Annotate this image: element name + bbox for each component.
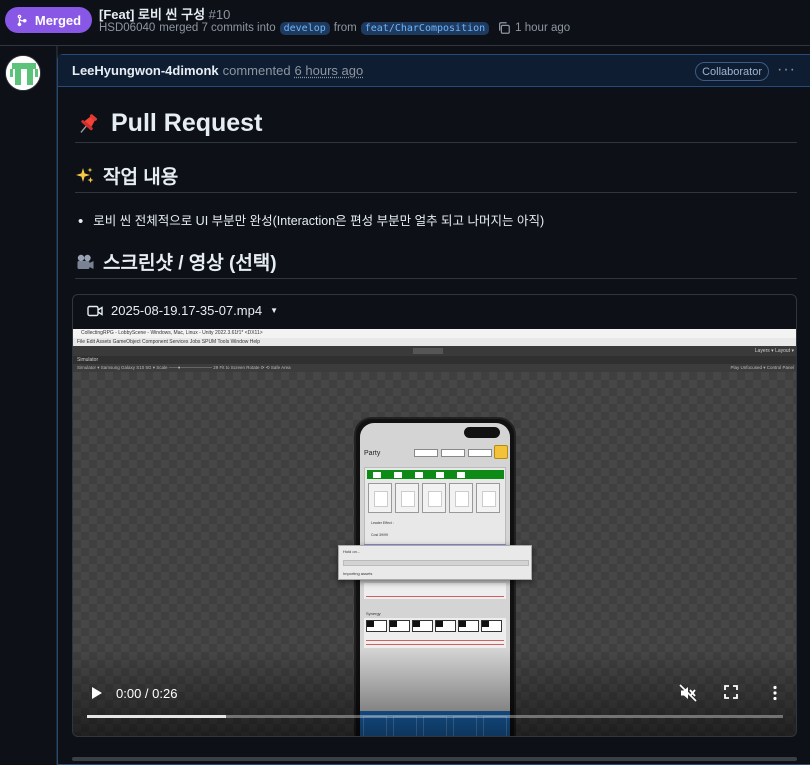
identicon-icon	[6, 56, 40, 90]
cost-label: Cost 39/99	[371, 533, 388, 537]
play-icon[interactable]	[90, 686, 104, 700]
unity-simulator-toolbar: Simulator ▾ Samsung Galaxy S10 5G ▾ Scal…	[73, 364, 796, 372]
video-progress-track[interactable]	[87, 715, 783, 718]
party-panel: Leader Effect : Cost 39/99	[364, 467, 506, 545]
leader-effect-label: Leader Effect :	[371, 521, 394, 525]
unity-toolbar: Layers ▾ Layout ▾	[73, 346, 796, 356]
import-dialog-status: Importing assets	[343, 571, 373, 576]
import-dialog-title: Hold on...	[343, 549, 361, 554]
fullscreen-icon[interactable]	[724, 685, 738, 699]
base-branch[interactable]: develop	[279, 21, 330, 35]
party-buttons	[414, 449, 492, 457]
video-attachment[interactable]: 2025-08-19.17-35-07.mp4 ▼ CollectingRPG …	[72, 294, 797, 737]
merged-status-label: Merged	[34, 12, 82, 28]
pr-heading: Pull Request	[75, 105, 797, 143]
unity-layers: Layers ▾ Layout ▾	[754, 348, 794, 354]
comment-card: LeeHyungwon-4dimonk commented 6 hours ag…	[57, 54, 810, 765]
video-time: 0:00 / 0:26	[116, 686, 178, 701]
character-row	[364, 583, 506, 599]
pr-time[interactable]: 1 hour ago	[515, 22, 570, 34]
comment-time[interactable]: 6 hours ago	[295, 63, 364, 78]
pr-from-text: from	[333, 22, 357, 34]
sparkles-icon	[76, 167, 94, 183]
section-work-heading-text: 작업 내용	[103, 167, 179, 188]
comment-action: commented	[222, 63, 291, 78]
pr-header: Merged [Feat] 로비 씬 구성 #10 HSD06040 merge…	[0, 0, 810, 46]
video-progress-fill	[87, 715, 227, 718]
video-menu-icon[interactable]	[771, 685, 779, 701]
pr-heading-text: Pull Request	[111, 109, 263, 137]
unity-menu-bar: File Edit Assets GameObject Component Se…	[73, 338, 796, 346]
import-dialog: Hold on... Importing assets	[338, 545, 532, 580]
comment-header: LeeHyungwon-4dimonk commented 6 hours ag…	[58, 55, 810, 87]
avatar[interactable]	[5, 55, 41, 91]
pr-title-text: [Feat] 로비 씬 구성	[99, 7, 206, 22]
notepad-icon	[494, 445, 508, 459]
video-icon	[87, 305, 103, 316]
list-item: 로비 씬 전체적으로 UI 부분만 완성(Interaction은 편성 부분만…	[78, 210, 544, 229]
git-merge-icon	[17, 14, 27, 26]
copy-icon[interactable]	[497, 21, 511, 35]
pr-number: #10	[208, 7, 231, 22]
phone-notch	[464, 427, 500, 438]
video-filename: 2025-08-19.17-35-07.mp4	[111, 303, 263, 318]
collaborator-badge: Collaborator	[695, 62, 769, 81]
synergy-label: Synergy	[366, 611, 381, 616]
merged-status-badge: Merged	[5, 7, 92, 33]
pushpin-icon	[80, 113, 98, 133]
comment-author[interactable]: LeeHyungwon-4dimonk	[72, 63, 219, 78]
section-screenshot-heading-text: 스크린샷 / 영상 (선택)	[103, 253, 277, 274]
head-branch[interactable]: feat/CharComposition	[360, 21, 490, 35]
next-block-divider	[72, 757, 797, 761]
unity-simulator-tab: Simulator	[73, 356, 796, 364]
synergy-row	[364, 618, 506, 648]
pr-author[interactable]: HSD06040	[99, 22, 155, 34]
party-title: Party	[364, 450, 381, 457]
pr-merged-text: merged 7 commits into	[159, 22, 276, 34]
video-frame[interactable]: CollectingRPG - LobbyScene - Windows, Ma…	[73, 329, 796, 736]
unity-window-title: CollectingRPG - LobbyScene - Windows, Ma…	[73, 329, 796, 338]
unity-sim-toolbar-right: Play Unfocused ▾ Control Panel	[730, 365, 794, 370]
section-screenshot-heading: 스크린샷 / 영상 (선택)	[75, 245, 797, 279]
movie-camera-icon	[77, 254, 94, 269]
video-file-dropdown[interactable]: 2025-08-19.17-35-07.mp4 ▼	[87, 303, 278, 318]
unity-sim-toolbar-left: Simulator ▾ Samsung Galaxy S10 5G ▾ Scal…	[77, 365, 291, 370]
comment-options-icon[interactable]: ···	[777, 61, 796, 79]
mute-icon[interactable]	[679, 684, 697, 702]
pr-meta: HSD06040 merged 7 commits into develop f…	[99, 21, 570, 35]
chevron-down-icon: ▼	[270, 306, 278, 315]
work-list: 로비 씬 전체적으로 UI 부분만 완성(Interaction은 편성 부분만…	[78, 210, 544, 229]
section-work-heading: 작업 내용	[75, 159, 797, 193]
